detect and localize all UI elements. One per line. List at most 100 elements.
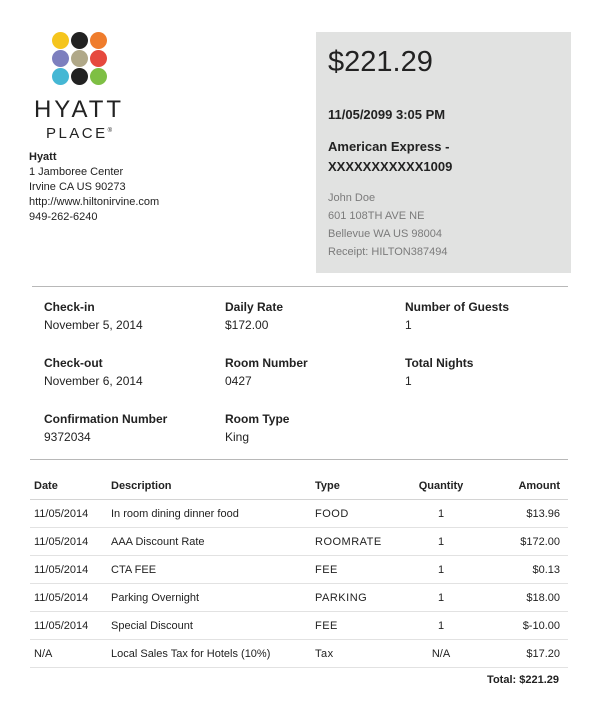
row-type: PARKING	[311, 583, 401, 612]
row-date: 11/05/2014	[30, 611, 107, 640]
hotel-logo-wordmark: HYATT PLACE®	[28, 98, 130, 142]
table-row: N/A Local Sales Tax for Hotels (10%) Tax…	[30, 639, 568, 668]
table-header-row: Date Description Type Quantity Amount	[30, 472, 568, 500]
logo-dot	[52, 32, 69, 49]
logo-dot	[71, 68, 88, 85]
logo-dot	[90, 68, 107, 85]
payment-datetime: 11/05/2099 3:05 PM	[328, 107, 446, 122]
confirmation-label: Confirmation Number	[44, 412, 168, 426]
payment-card: American Express - XXXXXXXXXXX1009	[328, 137, 563, 177]
nights-value: 1	[405, 374, 412, 388]
confirmation-field: Confirmation Number 9372034	[44, 410, 167, 446]
col-header-quantity: Quantity	[401, 472, 481, 500]
row-description: CTA FEE	[107, 555, 311, 584]
logo-dot	[52, 68, 69, 85]
logo-dot	[52, 50, 69, 67]
row-amount: $0.13	[481, 555, 568, 584]
room-type-field: Room Type King	[225, 410, 289, 446]
registered-mark: ®	[107, 128, 113, 134]
row-amount: $13.96	[481, 499, 568, 528]
hotel-city: Irvine CA US 90273	[29, 181, 126, 193]
col-header-type: Type	[311, 472, 401, 500]
confirmation-value: 9372034	[44, 430, 91, 444]
checkin-value: November 5, 2014	[44, 318, 143, 332]
room-number-field: Room Number 0427	[225, 354, 308, 390]
nights-field: Total Nights 1	[405, 354, 473, 390]
checkin-field: Check-in November 5, 2014	[44, 298, 143, 334]
row-type: FEE	[311, 611, 401, 640]
row-quantity: 1	[401, 499, 481, 528]
logo-word-place-text: PLACE	[45, 125, 108, 142]
row-description: Parking Overnight	[107, 583, 311, 612]
payment-summary-panel: $221.29 11/05/2099 3:05 PM American Expr…	[316, 32, 571, 273]
col-header-date: Date	[30, 472, 107, 500]
row-amount: $18.00	[481, 583, 568, 612]
row-description: Special Discount	[107, 611, 311, 640]
row-quantity: 1	[401, 527, 481, 556]
row-date: 11/05/2014	[30, 527, 107, 556]
row-quantity: 1	[401, 611, 481, 640]
hotel-website[interactable]: http://www.hiltonirvine.com	[29, 195, 159, 210]
daily-rate-label: Daily Rate	[225, 300, 284, 314]
receipt-total: Total: $221.29	[487, 674, 559, 686]
guests-field: Number of Guests 1	[405, 298, 509, 334]
checkout-field: Check-out November 6, 2014	[44, 354, 143, 390]
row-quantity: 1	[401, 555, 481, 584]
row-description: Local Sales Tax for Hotels (10%)	[107, 639, 311, 668]
charges-table: Date Description Type Quantity Amount 11…	[30, 472, 568, 668]
row-quantity: 1	[401, 583, 481, 612]
hotel-logo-dots	[52, 32, 108, 88]
room-type-label: Room Type	[225, 412, 290, 426]
logo-word-hyatt: HYATT	[33, 96, 125, 123]
row-amount: $172.00	[481, 527, 568, 556]
nights-label: Total Nights	[405, 356, 474, 370]
logo-word-place: PLACE®	[28, 123, 130, 142]
row-description: In room dining dinner food	[107, 499, 311, 528]
customer-street: 601 108TH AVE NE	[328, 210, 425, 222]
guests-label: Number of Guests	[405, 300, 510, 314]
row-date: 11/05/2014	[30, 499, 107, 528]
room-number-label: Room Number	[225, 356, 308, 370]
room-type-value: King	[225, 430, 250, 444]
row-date: N/A	[30, 639, 107, 668]
table-row: 11/05/2014 In room dining dinner food FO…	[30, 499, 568, 528]
logo-dot	[90, 50, 107, 67]
divider	[30, 459, 568, 460]
room-number-value: 0427	[225, 374, 252, 388]
payment-amount: $221.29	[328, 46, 433, 78]
table-row: 11/05/2014 AAA Discount Rate ROOMRATE 1 …	[30, 527, 568, 556]
payment-card-line2: XXXXXXXXXXX1009	[328, 159, 453, 174]
hotel-street: 1 Jamboree Center	[29, 166, 124, 178]
hotel-phone: 949-262-6240	[29, 211, 98, 223]
logo-dot	[90, 32, 107, 49]
table-row: 11/05/2014 Parking Overnight PARKING 1 $…	[30, 583, 568, 612]
checkin-label: Check-in	[44, 300, 95, 314]
col-header-amount: Amount	[481, 472, 568, 500]
customer-name: John Doe	[328, 192, 376, 204]
logo-dot	[71, 50, 88, 67]
row-date: 11/05/2014	[30, 555, 107, 584]
col-header-description: Description	[107, 472, 311, 500]
hotel-address-block: Hyatt 1 Jamboree Center Irvine CA US 902…	[29, 150, 159, 225]
table-row: 11/05/2014 CTA FEE FEE 1 $0.13	[30, 555, 568, 584]
table-row: 11/05/2014 Special Discount FEE 1 $-10.0…	[30, 611, 568, 640]
row-date: 11/05/2014	[30, 583, 107, 612]
customer-city: Bellevue WA US 98004	[328, 228, 442, 240]
row-amount: $17.20	[481, 639, 568, 668]
checkout-label: Check-out	[44, 356, 103, 370]
row-type: ROOMRATE	[311, 527, 401, 556]
guests-value: 1	[405, 318, 412, 332]
divider	[32, 286, 568, 287]
row-amount: $-10.00	[481, 611, 568, 640]
daily-rate-field: Daily Rate $172.00	[225, 298, 283, 334]
row-description: AAA Discount Rate	[107, 527, 311, 556]
receipt-number: Receipt: HILTON387494	[328, 246, 448, 258]
row-type: Tax	[311, 639, 401, 668]
payment-card-line1: American Express -	[328, 139, 450, 154]
daily-rate-value: $172.00	[225, 318, 269, 332]
logo-dot	[71, 32, 88, 49]
customer-address: John Doe 601 108TH AVE NE Bellevue WA US…	[328, 189, 447, 261]
hotel-name: Hyatt	[29, 151, 57, 163]
row-type: FOOD	[311, 499, 401, 528]
row-type: FEE	[311, 555, 401, 584]
